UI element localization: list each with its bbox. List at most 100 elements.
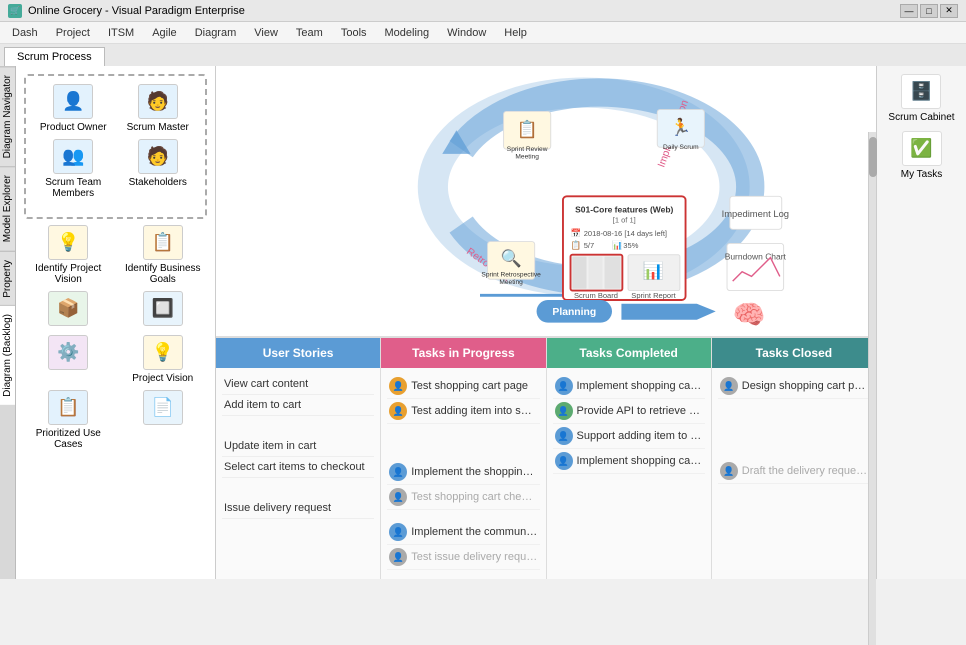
main-layout: Diagram Navigator Model Explorer Propert… [0,66,966,579]
svg-text:[1 of 1]: [1 of 1] [613,216,636,225]
scrum-process-svg: Review Retrospect Implementation 📋 Sprin… [216,66,876,336]
avatar-draft-delivery: 👤 [720,462,738,480]
task-text-draft-delivery: Draft the delivery request note [742,465,868,477]
task-text-support-adding: Support adding item to shoppi... [577,430,703,442]
stakeholders-item[interactable]: 🧑 Stakeholders [119,139,198,199]
svg-text:🧠: 🧠 [733,300,766,330]
scrum-master-item[interactable]: 🧑 Scrum Master [119,84,198,133]
story-select-cart[interactable]: Select cart items to checkout [222,457,374,478]
scrum-cabinet-item[interactable]: 🗄️ Scrum Cabinet [888,74,954,123]
svg-text:📊: 📊 [612,240,623,250]
identify-vision-icon: 💡 [48,225,88,260]
scrum-diagram: Review Retrospect Implementation 📋 Sprin… [216,66,876,336]
title-bar: 🛒 Online Grocery - Visual Paradigm Enter… [0,0,966,22]
menu-view[interactable]: View [246,25,286,41]
kanban-header-completed: Tasks Completed [547,338,711,368]
grid-item-4[interactable]: 🔲 [119,291,208,329]
kanban-body-in-progress: 👤 Test shopping cart page 👤 Test adding … [381,368,545,579]
scrum-team-item[interactable]: 👥 Scrum Team Members [34,139,113,199]
kanban-body-closed: 👤 Design shopping cart page 👤 Draft the … [712,368,876,579]
prioritized-use-cases-item[interactable]: 📋 Prioritized Use Cases [24,390,113,450]
main-content: Review Retrospect Implementation 📋 Sprin… [216,66,876,579]
task-text-api-retrieve: Provide API to retrieve stock i... [577,405,703,417]
identify-goals-icon: 📋 [143,225,183,260]
kanban-board: User Stories View cart content Add item … [216,336,876,579]
avatar-test-delivery: 👤 [389,548,407,566]
close-button[interactable]: ✕ [940,4,958,18]
my-tasks-item[interactable]: ✅ My Tasks [901,131,943,180]
sidebar-tab-diagram-backlog[interactable]: Diagram (Backlog) [0,305,15,405]
sidebar-tabs: Diagram Navigator Model Explorer Propert… [0,66,16,579]
sidebar-tab-property[interactable]: Property [0,251,15,306]
menu-agile[interactable]: Agile [144,25,184,41]
task-test-adding-item[interactable]: 👤 Test adding item into shoppin... [387,399,539,424]
avatar-design-cart: 👤 [720,377,738,395]
grid-item-3[interactable]: 📦 [24,291,113,329]
right-scrollbar[interactable] [868,132,876,645]
task-test-delivery[interactable]: 👤 Test issue delivery request [387,545,539,570]
doc-item[interactable]: 📄 [119,390,208,450]
sidebar-tab-model-explorer[interactable]: Model Explorer [0,166,15,250]
stakeholders-label: Stakeholders [129,177,187,188]
identify-goals-item[interactable]: 📋 Identify Business Goals [119,225,208,285]
task-test-checkout[interactable]: 👤 Test shopping cart chekout [387,485,539,510]
story-add-item[interactable]: Add item to cart [222,395,374,416]
avatar-test-adding: 👤 [389,402,407,420]
minimize-button[interactable]: — [900,4,918,18]
svg-text:Sprint Retrospective: Sprint Retrospective [481,271,541,278]
menu-project[interactable]: Project [48,25,98,41]
menu-tools[interactable]: Tools [333,25,375,41]
task-text-test-checkout: Test shopping cart chekout [411,491,537,503]
menu-help[interactable]: Help [496,25,535,41]
kanban-col-completed: Tasks Completed 👤 Implement shopping car… [547,338,712,579]
product-owner-icon: 👤 [53,84,93,119]
task-support-adding[interactable]: 👤 Support adding item to shoppi... [553,424,705,449]
task-design-cart-page[interactable]: 👤 Design shopping cart page [718,374,870,399]
svg-text:📅: 📅 [571,228,582,238]
kanban-header-closed: Tasks Closed [712,338,876,368]
story-update-item[interactable]: Update item in cart [222,436,374,457]
story-view-cart[interactable]: View cart content [222,374,374,395]
identify-vision-item[interactable]: 💡 Identify Project Vision [24,225,113,285]
story-issue-delivery[interactable]: Issue delivery request [222,498,374,519]
task-implement-comm[interactable]: 👤 Implement the communicatio... [387,520,539,545]
project-vision-item[interactable]: 💡 Project Vision [119,335,208,384]
maximize-button[interactable]: □ [920,4,938,18]
tab-bar: Scrum Process [0,44,966,66]
menu-window[interactable]: Window [439,25,494,41]
task-implement-cart-page[interactable]: 👤 Implement shopping cart page [553,374,705,399]
scrum-team-label: Scrum Team Members [34,177,113,199]
avatar-implement-cart: 👤 [389,463,407,481]
scrum-team-icon: 👥 [53,139,93,174]
app-icon: 🛒 [8,4,22,18]
product-owner-item[interactable]: 👤 Product Owner [34,84,113,133]
task-text-impl-cart-upd: Implement shopping cart upd... [577,455,703,467]
window-title: Online Grocery - Visual Paradigm Enterpr… [28,5,245,17]
sidebar-tab-diagram-navigator[interactable]: Diagram Navigator [0,66,15,166]
project-vision-icon: 💡 [143,335,183,370]
task-implement-cart[interactable]: 👤 Implement the shopping cart ... [387,460,539,485]
menu-diagram[interactable]: Diagram [187,25,245,41]
svg-text:Sprint Report: Sprint Report [631,291,676,300]
grid-icon-5: ⚙️ [48,335,88,370]
svg-text:Impediment Log: Impediment Log [722,208,789,219]
right-sidebar: 🗄️ Scrum Cabinet ✅ My Tasks [876,66,966,579]
menu-team[interactable]: Team [288,25,331,41]
stakeholders-icon: 🧑 [138,139,178,174]
avatar-test-cart: 👤 [389,377,407,395]
svg-text:Sprint Review: Sprint Review [507,146,548,153]
task-api-retrieve[interactable]: 👤 Provide API to retrieve stock i... [553,399,705,424]
task-text-test-cart: Test shopping cart page [411,380,528,392]
grid-item-5[interactable]: ⚙️ [24,335,113,384]
task-test-cart-page[interactable]: 👤 Test shopping cart page [387,374,539,399]
menu-dash[interactable]: Dash [4,25,46,41]
identify-vision-label: Identify Project Vision [24,263,113,285]
kanban-col-user-stories: User Stories View cart content Add item … [216,338,381,579]
task-draft-delivery[interactable]: 👤 Draft the delivery request note [718,459,870,484]
menu-itsm[interactable]: ITSM [100,25,142,41]
kanban-header-user-stories: User Stories [216,338,380,368]
task-impl-cart-upd[interactable]: 👤 Implement shopping cart upd... [553,449,705,474]
menu-modeling[interactable]: Modeling [377,25,438,41]
tab-scrum-process[interactable]: Scrum Process [4,47,105,66]
svg-text:Planning: Planning [552,307,596,318]
